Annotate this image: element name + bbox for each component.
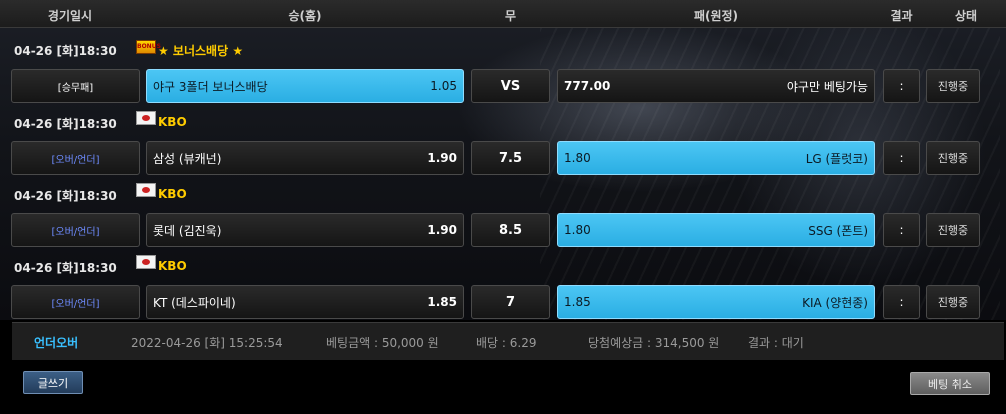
bonus-logo-icon: BONUS — [136, 39, 161, 54]
home-pick-button[interactable]: 삼성 (뷰캐넌) 1.90 — [146, 141, 464, 175]
game-league: KBO — [136, 183, 187, 201]
home-pick-button[interactable]: KT (데스파이네) 1.85 — [146, 285, 464, 319]
game-status: 진행중 — [926, 69, 980, 103]
bet-summary: 언더오버 2022-04-26 [화] 15:25:54 베팅금액 : 50,0… — [12, 322, 1004, 360]
home-odds: 1.05 — [430, 79, 457, 93]
draw-pick-button[interactable]: VS — [471, 69, 550, 103]
summary-bet-type: 언더오버 — [34, 336, 79, 350]
game-status: 진행중 — [926, 141, 980, 175]
home-odds: 1.85 — [427, 295, 457, 309]
game-status: 진행중 — [926, 213, 980, 247]
home-pick-button[interactable]: 롯데 (김진욱) 1.90 — [146, 213, 464, 247]
header-datetime: 경기일시 — [47, 9, 93, 23]
cancel-bet-button[interactable]: 베팅 취소 — [910, 372, 990, 395]
league-label: KBO — [158, 187, 187, 201]
away-odds: 1.80 — [564, 151, 591, 165]
bet-type: [오버/언더] — [11, 141, 140, 175]
game-result: : — [883, 285, 920, 319]
draw-pick-button[interactable]: 8.5 — [471, 213, 550, 247]
game-league: KBO — [136, 255, 187, 273]
header-draw: 무 — [504, 9, 517, 23]
game-datetime: 04-26 [화]18:30 — [14, 44, 117, 58]
game-datetime: 04-26 [화]18:30 — [14, 189, 117, 203]
home-pick-button[interactable]: 야구 3폴더 보너스배당 1.05 — [146, 69, 464, 103]
league-label: ★ 보너스배당 ★ — [158, 44, 244, 58]
game-result: : — [883, 141, 920, 175]
header-result: 결과 — [890, 9, 913, 23]
bet-type: [오버/언더] — [11, 213, 140, 247]
away-pick-button[interactable]: 1.80 LG (플럿코) — [557, 141, 875, 175]
league-label: KBO — [158, 259, 187, 273]
bet-type: [승무패] — [11, 69, 140, 103]
summary-amount: 베팅금액 : 50,000 원 — [326, 336, 439, 350]
away-team: 야구만 베팅가능 — [786, 79, 868, 94]
header-home: 승(홈) — [288, 9, 322, 23]
write-button[interactable]: 글쓰기 — [23, 371, 83, 394]
game-status: 진행중 — [926, 285, 980, 319]
away-pick-button[interactable]: 777.00 야구만 베팅가능 — [557, 69, 875, 103]
kbo-logo-icon — [136, 255, 156, 269]
away-pick-button[interactable]: 1.85 KIA (양현종) — [557, 285, 875, 319]
draw-pick-button[interactable]: 7 — [471, 285, 550, 319]
away-pick-button[interactable]: 1.80 SSG (폰트) — [557, 213, 875, 247]
game-datetime: 04-26 [화]18:30 — [14, 117, 117, 131]
away-odds: 1.80 — [564, 223, 591, 237]
kbo-logo-icon — [136, 111, 156, 125]
summary-datetime: 2022-04-26 [화] 15:25:54 — [131, 336, 283, 350]
summary-expected: 당첨예상금 : 314,500 원 — [588, 336, 720, 350]
home-team: 삼성 (뷰캐넌) — [153, 151, 222, 166]
game-league: BONUS ★ 보너스배당 ★ — [136, 39, 244, 59]
summary-odds: 배당 : 6.29 — [476, 336, 537, 350]
kbo-logo-icon — [136, 183, 156, 197]
away-team: KIA (양현종) — [802, 295, 868, 310]
home-team: KT (데스파이네) — [153, 295, 236, 310]
home-odds: 1.90 — [427, 151, 457, 165]
home-odds: 1.90 — [427, 223, 457, 237]
game-datetime: 04-26 [화]18:30 — [14, 261, 117, 275]
summary-result: 결과 : 대기 — [748, 336, 804, 350]
header-status: 상태 — [954, 9, 978, 23]
away-odds: 1.85 — [564, 295, 591, 309]
game-result: : — [883, 69, 920, 103]
table-header: 경기일시 승(홈) 무 패(원정) 결과 상태 — [0, 0, 1006, 28]
away-team: LG (플럿코) — [805, 151, 868, 166]
away-odds: 777.00 — [564, 79, 611, 93]
bet-type: [오버/언더] — [11, 285, 140, 319]
home-team: 롯데 (김진욱) — [153, 223, 222, 238]
game-result: : — [883, 213, 920, 247]
draw-pick-button[interactable]: 7.5 — [471, 141, 550, 175]
away-team: SSG (폰트) — [808, 223, 868, 238]
game-league: KBO — [136, 111, 187, 129]
header-away: 패(원정) — [693, 9, 739, 23]
home-team: 야구 3폴더 보너스배당 — [153, 79, 268, 94]
league-label: KBO — [158, 115, 187, 129]
